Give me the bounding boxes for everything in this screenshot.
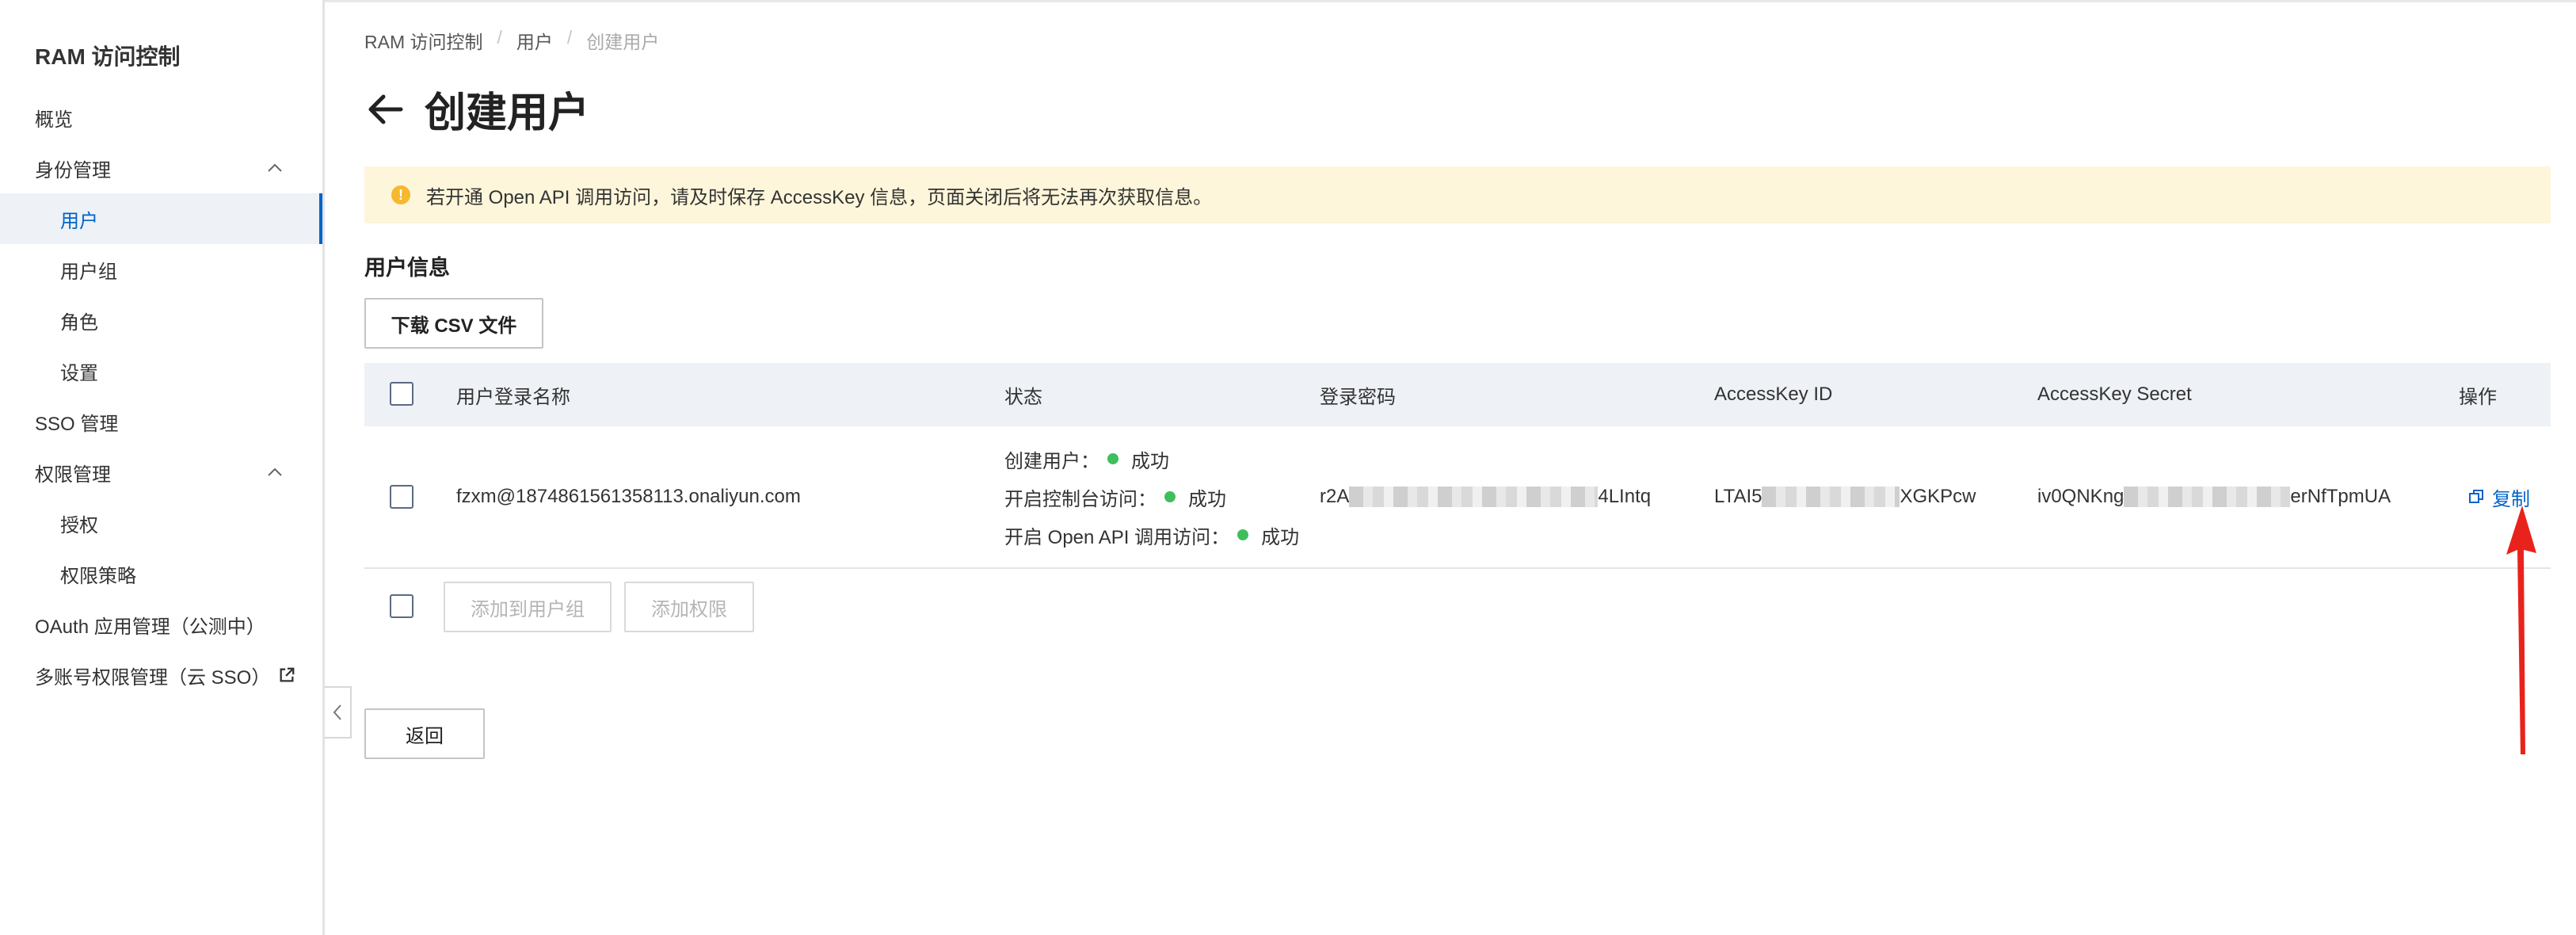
status-line: 开启控制台访问： 成功 — [1004, 478, 1226, 516]
warning-alert: ! 若开通 Open API 调用访问，请及时保存 AccessKey 信息，页… — [364, 166, 2551, 223]
add-permission-button[interactable]: 添加权限 — [624, 582, 754, 632]
sidebar-item-user-groups[interactable]: 用户组 — [0, 244, 322, 295]
alert-text: 若开通 Open API 调用访问，请及时保存 AccessKey 信息，页面关… — [426, 186, 1213, 208]
status-value: 成功 — [1131, 450, 1169, 472]
status-label: 开启 Open API 调用访问： — [1004, 526, 1230, 548]
success-dot-icon — [1107, 453, 1118, 464]
accesskey-secret-suffix: erNfTpmUA — [2290, 486, 2391, 507]
sidebar-item-oauth[interactable]: OAuth 应用管理（公测中） — [0, 599, 322, 650]
accesskey-id: LTAI5 XGKPcw — [1714, 426, 1976, 567]
accesskey-secret: iv0QNKng erNfTpmUA — [2037, 426, 2391, 567]
table-header: 用户登录名称 状态 登录密码 AccessKey ID AccessKey Se… — [364, 363, 2551, 426]
column-header: AccessKey ID — [1714, 384, 1833, 405]
sidebar-item-label: 概览 — [35, 109, 73, 131]
sidebar-item-users[interactable]: 用户 — [0, 193, 322, 244]
success-dot-icon — [1237, 529, 1249, 540]
breadcrumb-item-users[interactable]: 用户 — [516, 27, 553, 54]
chevron-up-icon[interactable] — [265, 158, 284, 177]
page-header: 创建用户 — [364, 79, 589, 139]
status-label: 开启控制台访问： — [1004, 488, 1157, 510]
accesskey-id-prefix: LTAI5 — [1714, 486, 1762, 507]
sidebar-title: RAM 访问控制 — [35, 44, 181, 69]
column-header: 登录密码 — [1320, 386, 1396, 408]
sidebar-item-identity[interactable]: 身份管理 — [0, 143, 322, 193]
sidebar-collapse-toggle[interactable] — [325, 686, 352, 738]
status-line: 创建用户： 成功 — [1004, 440, 1169, 478]
status-cell: 创建用户： 成功 开启控制台访问： 成功 开启 Open API 调用访问： 成… — [1004, 426, 1299, 567]
redacted-blur — [1349, 487, 1599, 507]
sidebar-item-label: SSO 管理 — [35, 413, 119, 435]
sidebar-item-permissions[interactable]: 权限管理 — [0, 447, 322, 498]
column-header: AccessKey Secret — [2037, 384, 2192, 405]
breadcrumb-item-ram[interactable]: RAM 访问控制 — [364, 27, 483, 54]
annotation-arrow-icon — [2506, 506, 2536, 754]
sidebar-item-label: 设置 — [60, 362, 98, 384]
success-dot-icon — [1164, 491, 1176, 502]
sidebar-item-label: 身份管理 — [35, 159, 111, 181]
accesskey-id-suffix: XGKPcw — [1900, 486, 1976, 507]
password-prefix: r2A — [1320, 486, 1350, 507]
sidebar-item-roles[interactable]: 角色 — [0, 295, 322, 345]
column-header: 状态 — [1004, 386, 1042, 408]
page-title: 创建用户 — [425, 90, 590, 136]
breadcrumb-item-current: 创建用户 — [586, 32, 660, 52]
status-value: 成功 — [1261, 526, 1300, 548]
bulk-select-checkbox[interactable] — [390, 594, 413, 618]
sidebar-item-label: 用户组 — [60, 261, 117, 283]
chevron-left-icon — [333, 704, 341, 720]
sidebar-item-label: 授权 — [60, 514, 98, 536]
back-button[interactable]: 返回 — [364, 708, 485, 759]
breadcrumb-separator: / — [497, 27, 502, 48]
sidebar-item-label: 权限管理 — [35, 464, 111, 486]
sidebar-item-cloud-sso[interactable]: 多账号权限管理（云 SSO） — [0, 650, 322, 700]
sidebar-item-label: 多账号权限管理（云 SSO） — [35, 666, 271, 689]
redacted-blur — [2124, 487, 2291, 507]
status-label: 创建用户： — [1004, 450, 1099, 472]
accesskey-secret-prefix: iv0QNKng — [2037, 486, 2124, 507]
breadcrumb: RAM 访问控制 / 用户 / 创建用户 — [364, 27, 659, 54]
download-csv-button[interactable]: 下载 CSV 文件 — [364, 298, 543, 349]
sidebar-item-sso[interactable]: SSO 管理 — [0, 396, 322, 447]
login-password: r2A 4LIntq — [1320, 426, 1651, 567]
external-link-icon — [280, 667, 295, 682]
copy-icon — [2469, 490, 2483, 503]
column-header: 操作 — [2459, 386, 2497, 408]
sidebar-item-settings[interactable]: 设置 — [0, 345, 322, 396]
sidebar-item-grants[interactable]: 授权 — [0, 498, 322, 548]
sidebar-item-overview[interactable]: 概览 — [0, 92, 322, 143]
section-title: 用户信息 — [364, 256, 450, 280]
column-header: 用户登录名称 — [456, 386, 570, 408]
add-to-group-button[interactable]: 添加到用户组 — [444, 582, 612, 632]
password-suffix: 4LIntq — [1598, 486, 1652, 507]
status-line: 开启 Open API 调用访问： 成功 — [1004, 516, 1299, 554]
select-all-checkbox[interactable] — [390, 382, 413, 406]
chevron-up-icon[interactable] — [265, 463, 284, 482]
breadcrumb-separator: / — [566, 27, 573, 48]
row-checkbox[interactable] — [390, 485, 413, 509]
user-login-name: fzxm@1874861561358113.onaliyun.com — [456, 486, 801, 507]
sidebar-item-label: 角色 — [60, 311, 98, 334]
status-value: 成功 — [1188, 488, 1226, 510]
warning-icon: ! — [391, 185, 410, 204]
back-arrow-icon[interactable] — [364, 89, 406, 130]
sidebar-item-label: OAuth 应用管理（公测中） — [35, 616, 265, 638]
sidebar-item-label: 权限策略 — [60, 565, 136, 587]
redacted-blur — [1762, 487, 1900, 507]
sidebar-item-label: 用户 — [60, 210, 98, 232]
top-border — [76, 0, 2576, 2]
table-row: fzxm@1874861561358113.onaliyun.com 创建用户：… — [364, 426, 2551, 569]
sidebar-item-policies[interactable]: 权限策略 — [0, 548, 322, 599]
sidebar: RAM 访问控制 概览 身份管理 用户 用户组 角色 设置 SSO 管理 权限管… — [0, 0, 325, 935]
